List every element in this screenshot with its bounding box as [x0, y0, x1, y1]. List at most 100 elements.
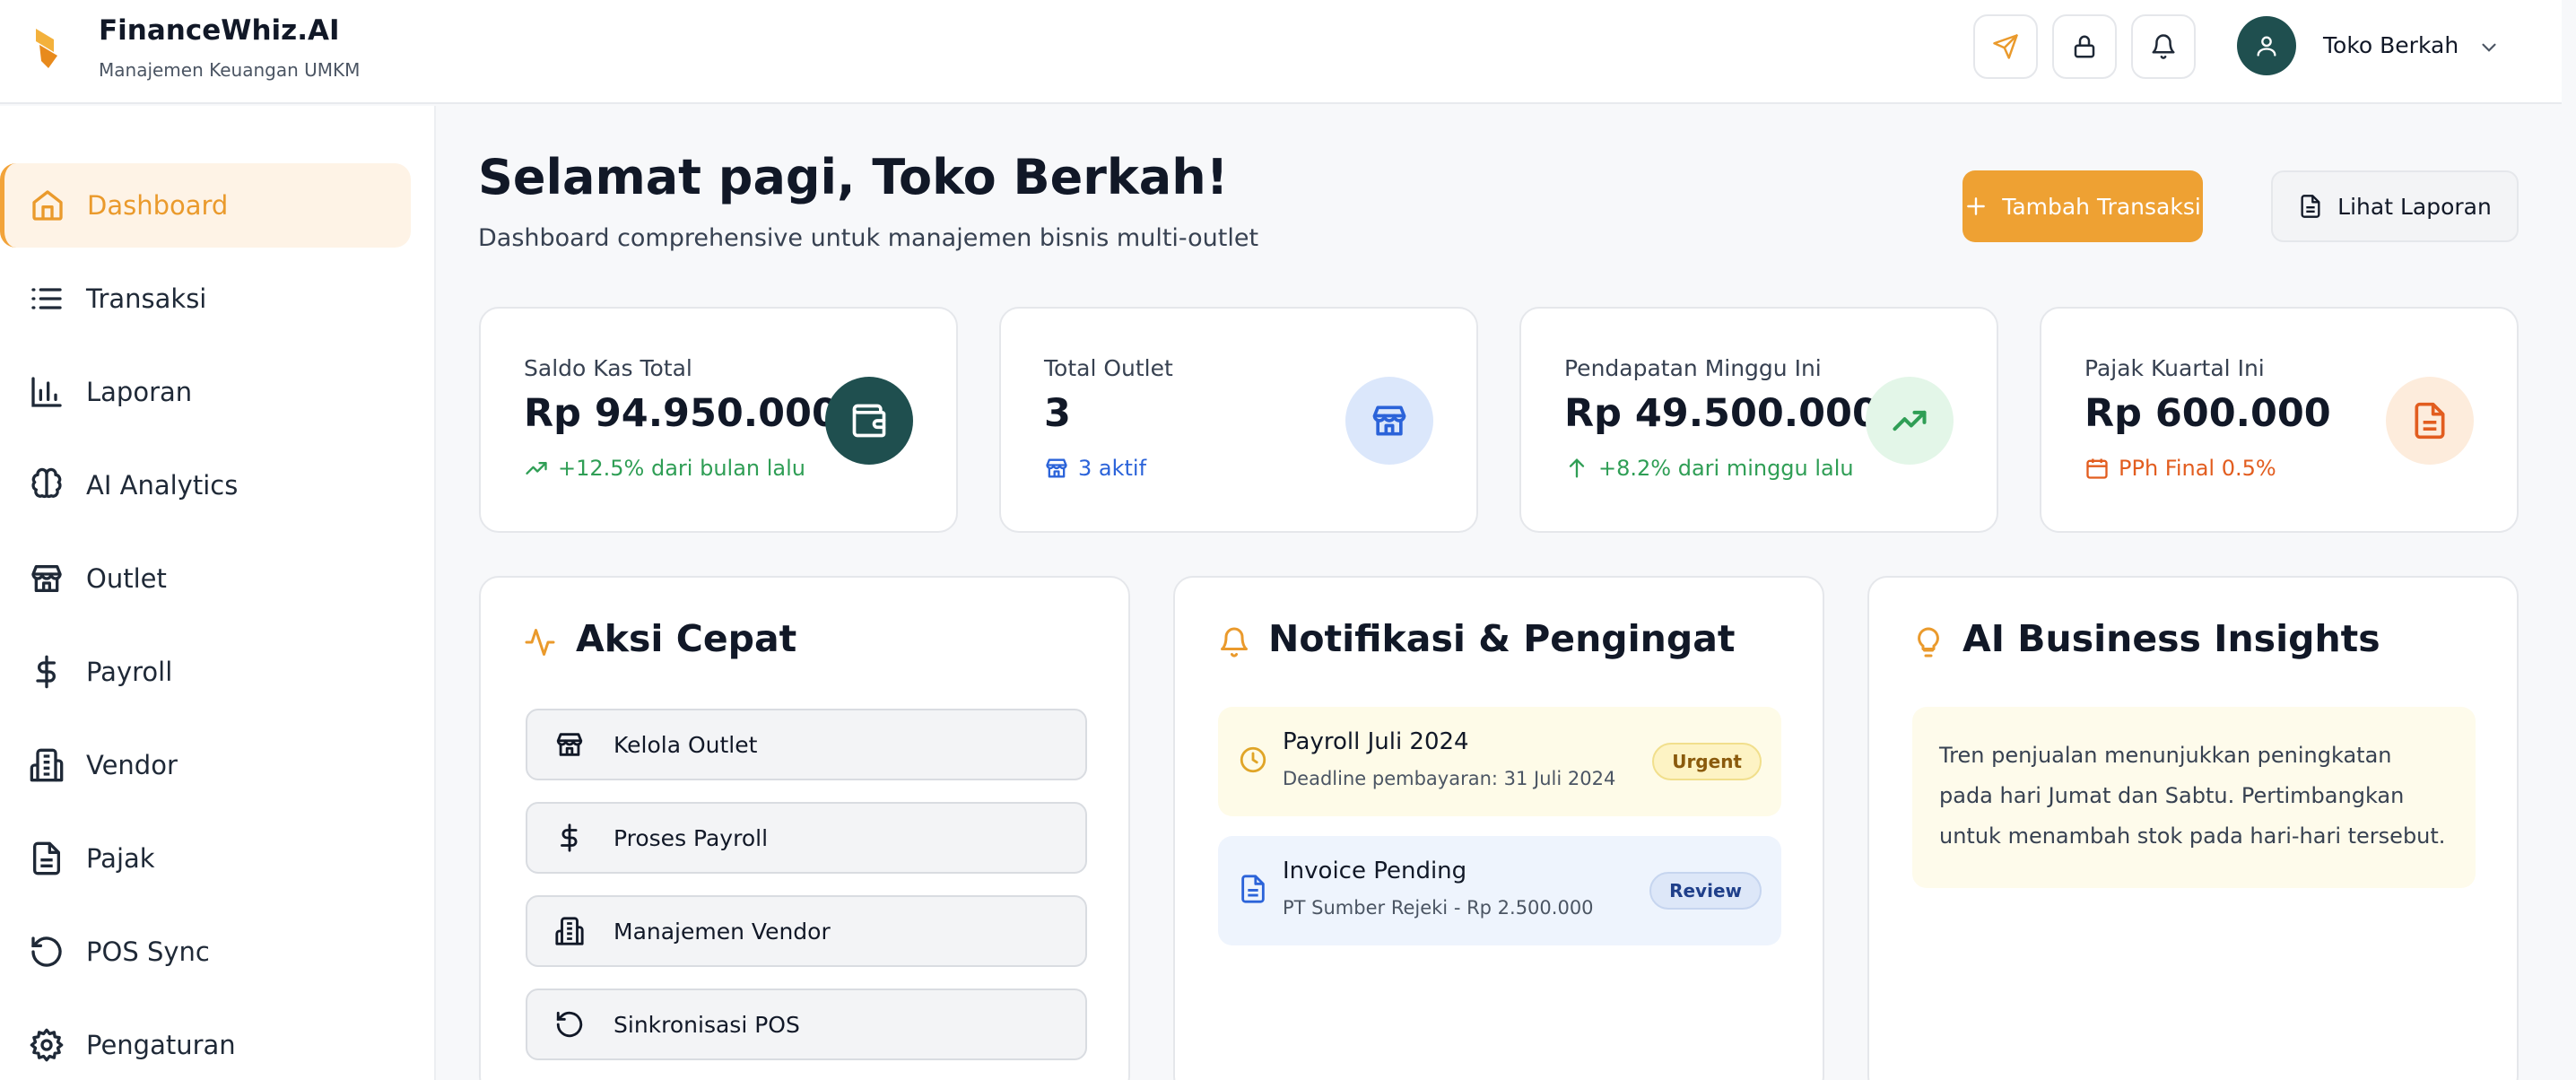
quick-action-label: Sinkronisasi POS — [614, 1011, 800, 1038]
sidebar-item-label: Pengaturan — [86, 1030, 236, 1060]
stat-title: Pendapatan Minggu Ini — [1564, 355, 1822, 381]
stat-change: PPh Final 0.5% — [2084, 456, 2276, 481]
notifications-button[interactable] — [2131, 14, 2196, 79]
quick-action-proses-payroll[interactable]: Proses Payroll — [526, 802, 1087, 874]
send-button[interactable] — [1973, 14, 2038, 79]
stat-icon-badge — [825, 377, 913, 465]
stat-icon-badge — [1866, 377, 1954, 465]
stat-value: Rp 94.950.000 — [524, 391, 839, 436]
top-header: FinanceWhiz.AI Manajemen Keuangan UMKM T… — [0, 0, 2562, 104]
avatar[interactable] — [2237, 16, 2296, 75]
building-icon — [555, 917, 584, 945]
quick-action-kelola-outlet[interactable]: Kelola Outlet — [526, 709, 1087, 780]
stat-change-text: 3 aktif — [1078, 456, 1147, 481]
sidebar-item-label: Transaksi — [86, 283, 207, 314]
dollar-icon — [561, 823, 578, 852]
add-transaction-label: Tambah Transaksi — [2002, 193, 2201, 220]
brand-subtitle: Manajemen Keuangan UMKM — [99, 59, 361, 81]
plus-icon — [1967, 197, 1986, 215]
sidebar-item-ai-analytics[interactable]: AI Analytics — [4, 443, 414, 527]
dollar-icon — [36, 655, 56, 689]
quick-actions-panel: Aksi Cepat Kelola Outlet Proses Payroll … — [479, 576, 1130, 1080]
sidebar-item-transaksi[interactable]: Transaksi — [4, 257, 414, 341]
stat-value: 3 — [1044, 391, 1071, 436]
sidebar-item-pengaturan[interactable]: Pengaturan — [4, 1003, 414, 1080]
notification-title: Invoice Pending — [1283, 858, 1467, 884]
stat-card-weekly-revenue: Pendapatan Minggu Ini Rp 49.500.000 +8.2… — [1519, 307, 1998, 533]
stat-title: Saldo Kas Total — [524, 355, 692, 381]
file-text-icon — [2301, 195, 2320, 218]
user-icon — [2257, 36, 2276, 57]
sidebar-item-label: Dashboard — [87, 190, 229, 221]
quick-action-label: Proses Payroll — [614, 824, 769, 851]
notification-title: Payroll Juli 2024 — [1283, 728, 1469, 755]
notification-item[interactable]: Invoice Pending PT Sumber Rejeki - Rp 2.… — [1218, 836, 1781, 945]
file-icon — [33, 841, 61, 875]
sidebar-item-outlet[interactable]: Outlet — [4, 536, 414, 621]
view-report-button[interactable]: Lihat Laporan — [2271, 170, 2519, 242]
lock-button[interactable] — [2052, 14, 2117, 79]
lightbulb-icon — [1918, 627, 1939, 658]
brand-name: FinanceWhiz.AI — [99, 14, 340, 47]
home-icon — [32, 190, 63, 221]
panel-title: AI Business Insights — [1962, 617, 2380, 660]
file-text-icon — [1241, 875, 1265, 903]
page-subtitle: Dashboard comprehensive untuk manajemen … — [478, 224, 1259, 252]
trending-up-icon — [526, 462, 547, 475]
notifications-panel: Notifikasi & Pengingat Payroll Juli 2024… — [1173, 576, 1824, 1080]
gear-icon — [30, 1028, 64, 1062]
sidebar-item-label: Laporan — [86, 377, 193, 407]
view-report-label: Lihat Laporan — [2337, 193, 2492, 220]
quick-action-label: Manajemen Vendor — [614, 918, 831, 945]
stat-value: Rp 49.500.000 — [1564, 391, 1879, 436]
stat-card-total-outlet: Total Outlet 3 3 aktif — [999, 307, 1478, 533]
brain-icon — [31, 467, 62, 498]
notification-item[interactable]: Payroll Juli 2024 Deadline pembayaran: 3… — [1218, 707, 1781, 816]
sidebar: Dashboard Transaksi Laporan AI Analytics… — [0, 106, 436, 1080]
status-badge: Review — [1649, 872, 1762, 910]
ai-insights-panel: AI Business Insights Tren penjualan menu… — [1867, 576, 2519, 1080]
stat-change: +8.2% dari minggu lalu — [1564, 456, 1854, 481]
sidebar-item-label: Vendor — [86, 750, 178, 780]
stat-change-text: +12.5% dari bulan lalu — [558, 456, 805, 481]
store-icon — [556, 733, 583, 756]
stat-icon-badge — [2386, 377, 2474, 465]
notification-desc: Deadline pembayaran: 31 Juli 2024 — [1283, 768, 1616, 789]
sidebar-item-label: Payroll — [86, 657, 173, 687]
sidebar-item-dashboard[interactable]: Dashboard — [0, 163, 411, 248]
panel-title: Notifikasi & Pengingat — [1268, 617, 1736, 660]
clock-icon — [1240, 746, 1266, 773]
sidebar-item-label: POS Sync — [86, 936, 210, 967]
building-icon — [30, 748, 64, 782]
arrow-up-icon — [1569, 458, 1585, 478]
stat-card-cash-balance: Saldo Kas Total Rp 94.950.000 +12.5% dar… — [479, 307, 958, 533]
stat-change-text: PPh Final 0.5% — [2119, 456, 2276, 481]
wallet-icon — [852, 404, 886, 438]
rotate-icon — [556, 1011, 583, 1038]
list-icon — [31, 288, 62, 309]
add-transaction-button[interactable]: Tambah Transaksi — [1962, 170, 2203, 242]
bell-icon — [1221, 627, 1248, 658]
chevron-down-icon[interactable] — [2477, 36, 2501, 59]
sidebar-item-vendor[interactable]: Vendor — [4, 723, 414, 807]
sidebar-item-pajak[interactable]: Pajak — [4, 816, 414, 901]
stat-icon-badge — [1345, 377, 1433, 465]
trending-up-icon — [1893, 410, 1927, 431]
panel-title: Aksi Cepat — [576, 617, 797, 660]
user-name[interactable]: Toko Berkah — [2323, 32, 2459, 58]
sidebar-item-payroll[interactable]: Payroll — [4, 630, 414, 714]
sidebar-item-laporan[interactable]: Laporan — [4, 350, 414, 434]
sidebar-item-label: Pajak — [86, 843, 155, 874]
stat-card-quarterly-tax: Pajak Kuartal Ini Rp 600.000 PPh Final 0… — [2040, 307, 2519, 533]
stat-title: Pajak Kuartal Ini — [2084, 355, 2265, 381]
brand-logo-icon — [36, 29, 57, 68]
quick-action-manajemen-vendor[interactable]: Manajemen Vendor — [526, 895, 1087, 967]
store-icon — [31, 565, 62, 592]
stat-title: Total Outlet — [1044, 355, 1173, 381]
sidebar-item-pos-sync[interactable]: POS Sync — [4, 910, 414, 994]
quick-action-sinkronisasi-pos[interactable]: Sinkronisasi POS — [526, 989, 1087, 1060]
rotate-icon — [31, 936, 62, 967]
stat-change: +12.5% dari bulan lalu — [524, 456, 805, 481]
store-icon — [1046, 458, 1067, 478]
sidebar-item-label: AI Analytics — [86, 470, 239, 501]
